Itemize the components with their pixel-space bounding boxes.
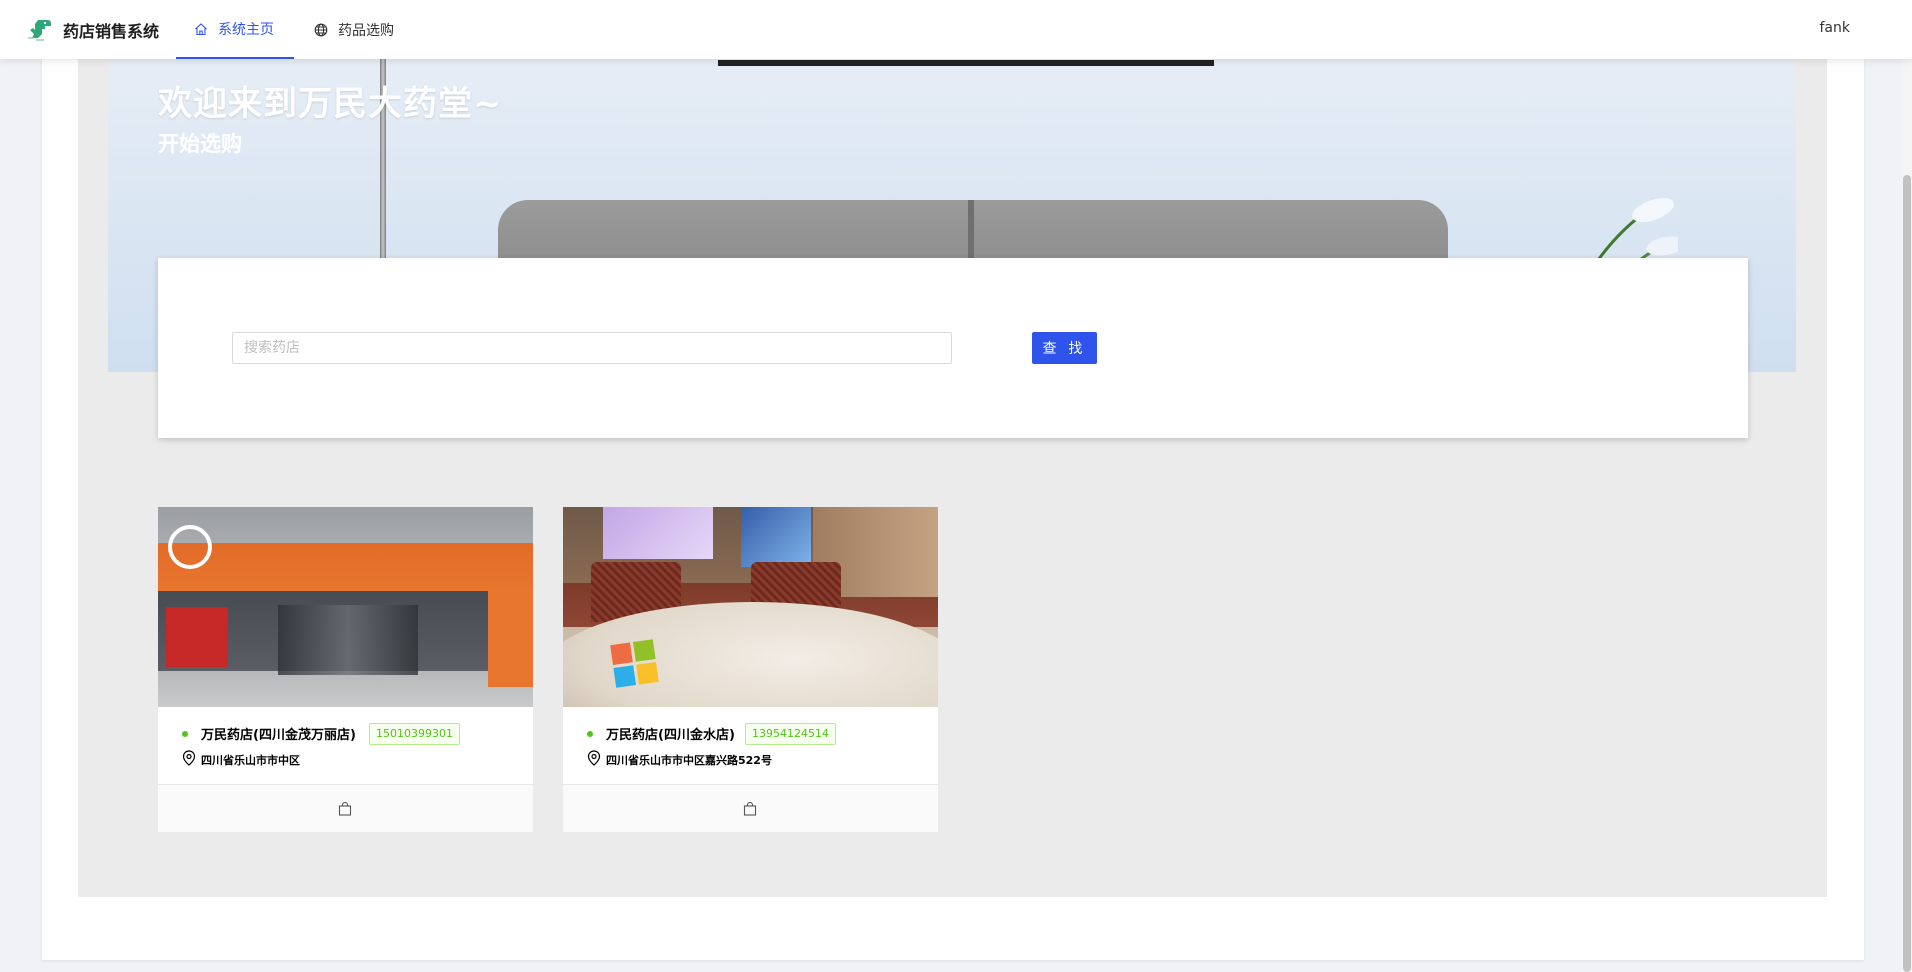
search-button[interactable]: 查 找 [1032, 332, 1097, 364]
store-info: 万民药店(四川金茂万丽店) 15010399301 四川省乐山市市中区 [158, 707, 533, 784]
store-photo[interactable] [563, 507, 938, 707]
shopping-bag-icon[interactable] [338, 802, 352, 816]
nav-drug-shopping-label: 药品选购 [338, 22, 394, 39]
app-title: 药店销售系统 [63, 22, 160, 41]
store-phone-tag: 15010399301 [369, 723, 460, 745]
status-dot [587, 731, 593, 737]
store-card[interactable]: 万民药店(四川金水店) 13954124514 四川省乐山市市中区嘉兴路522号 [563, 507, 938, 832]
home-icon [195, 22, 207, 35]
store-photo[interactable] [158, 507, 533, 707]
store-sign-logo [168, 525, 212, 569]
banner-tv-decoration [718, 60, 1214, 66]
page-scrollbar[interactable] [1902, 0, 1912, 972]
store-search-input[interactable] [232, 332, 952, 364]
card-actions [563, 784, 938, 832]
banner-subtitle[interactable]: 开始选购 [158, 128, 242, 158]
dinosaur-logo-icon[interactable] [24, 16, 56, 42]
store-address: 四川省乐山市市中区 [201, 754, 300, 767]
location-pin-icon [182, 750, 196, 766]
status-dot [182, 731, 188, 737]
shopping-bag-icon[interactable] [743, 802, 757, 816]
globe-icon [314, 23, 328, 36]
location-pin-icon [587, 750, 601, 766]
photo-screen [741, 507, 811, 567]
nav-home-label: 系统主页 [218, 21, 274, 38]
store-info: 万民药店(四川金水店) 13954124514 四川省乐山市市中区嘉兴路522号 [563, 707, 938, 784]
scrollbar-thumb[interactable] [1903, 175, 1911, 972]
nav-home[interactable]: 系统主页 [176, 0, 294, 59]
store-poster [166, 607, 228, 667]
card-actions [158, 784, 533, 832]
top-nav-bar: 药店销售系统 系统主页 药品选购 fank [0, 0, 1912, 59]
store-door [278, 605, 418, 675]
store-name: 万民药店(四川金茂万丽店) [201, 728, 356, 743]
store-address: 四川省乐山市市中区嘉兴路522号 [606, 754, 772, 767]
photo-screen [603, 507, 713, 559]
store-name: 万民药店(四川金水店) [606, 728, 735, 743]
store-phone-tag: 13954124514 [745, 723, 836, 745]
banner-title: 欢迎来到万民大药堂~ [158, 84, 503, 124]
nav-drug-shopping[interactable]: 药品选购 [314, 0, 394, 59]
user-menu[interactable]: fank [1820, 20, 1851, 36]
store-wall [488, 587, 533, 687]
microsoft-logo [610, 639, 659, 688]
store-card[interactable]: 万民药店(四川金茂万丽店) 15010399301 四川省乐山市市中区 [158, 507, 533, 832]
search-panel: 查 找 [158, 258, 1748, 438]
